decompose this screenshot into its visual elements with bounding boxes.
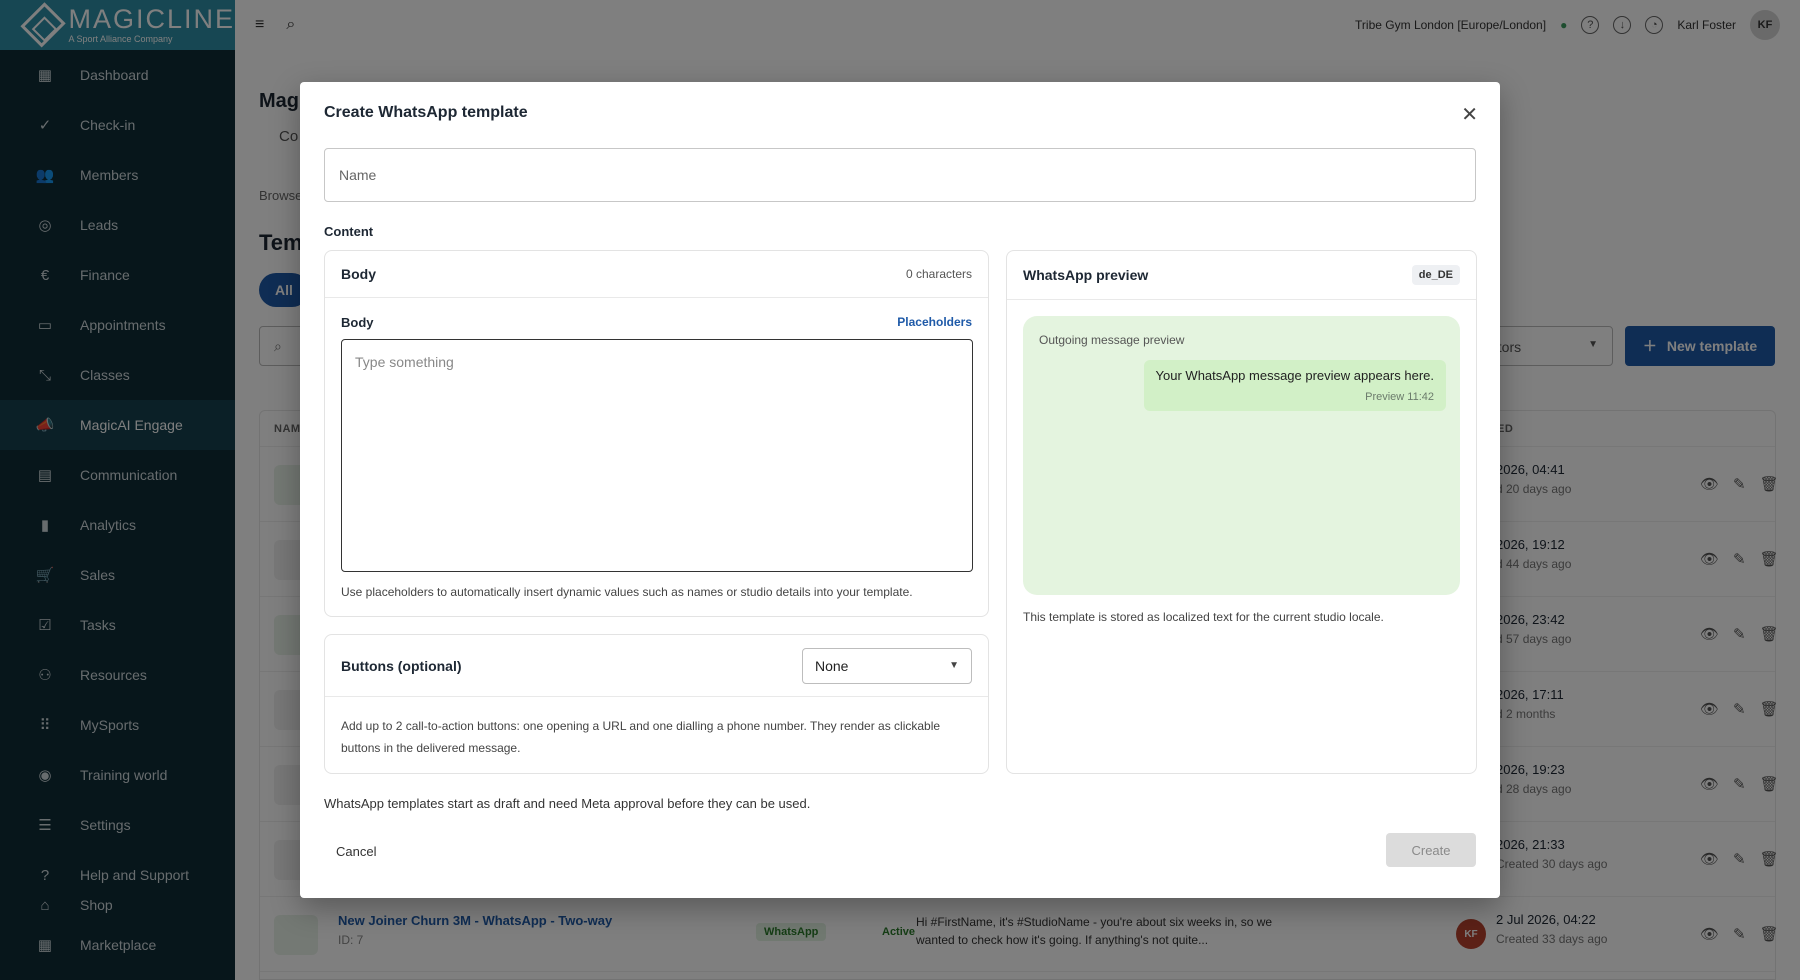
placeholders-button[interactable]: Placeholders	[897, 315, 972, 329]
buttons-card: Buttons (optional) None ▼ Add up to 2 ca…	[324, 634, 989, 774]
body-card: Body 0 characters Body Placeholders Use …	[324, 250, 989, 617]
body-card-title: Body	[341, 266, 376, 282]
preview-chat-area: Outgoing message preview Your WhatsApp m…	[1023, 316, 1460, 595]
bubble-meta: Preview 11:42	[1365, 391, 1434, 403]
approval-footnote: WhatsApp templates start as draft and ne…	[324, 796, 811, 811]
close-icon[interactable]: ✕	[1461, 102, 1478, 127]
content-label: Content	[324, 224, 374, 239]
create-button[interactable]: Create	[1386, 833, 1476, 867]
create-whatsapp-template-dialog: Create WhatsApp template ✕ Content Body …	[300, 82, 1500, 898]
preview-title: WhatsApp preview	[1023, 267, 1149, 283]
body-field-label: Body	[341, 315, 374, 330]
buttons-card-title: Buttons (optional)	[341, 657, 462, 674]
locale-note: This template is stored as localized tex…	[1023, 610, 1384, 624]
buttons-description: Add up to 2 call-to-action buttons: one …	[341, 719, 941, 755]
outgoing-label: Outgoing message preview	[1039, 333, 1185, 347]
dialog-title: Create WhatsApp template	[324, 104, 528, 121]
name-input[interactable]	[324, 148, 1476, 202]
body-textarea[interactable]	[341, 339, 973, 572]
character-count: 0 characters	[905, 267, 972, 281]
buttons-select[interactable]: None ▼	[802, 647, 972, 684]
whatsapp-preview-card: WhatsApp preview de_DE Outgoing message …	[1006, 250, 1477, 774]
cancel-button[interactable]: Cancel	[324, 834, 388, 868]
body-help-text: Use placeholders to automatically insert…	[341, 585, 913, 599]
message-bubble: Your WhatsApp message preview appears he…	[1143, 360, 1446, 411]
locale-badge: de_DE	[1411, 265, 1460, 285]
chevron-down-icon: ▼	[949, 660, 959, 671]
